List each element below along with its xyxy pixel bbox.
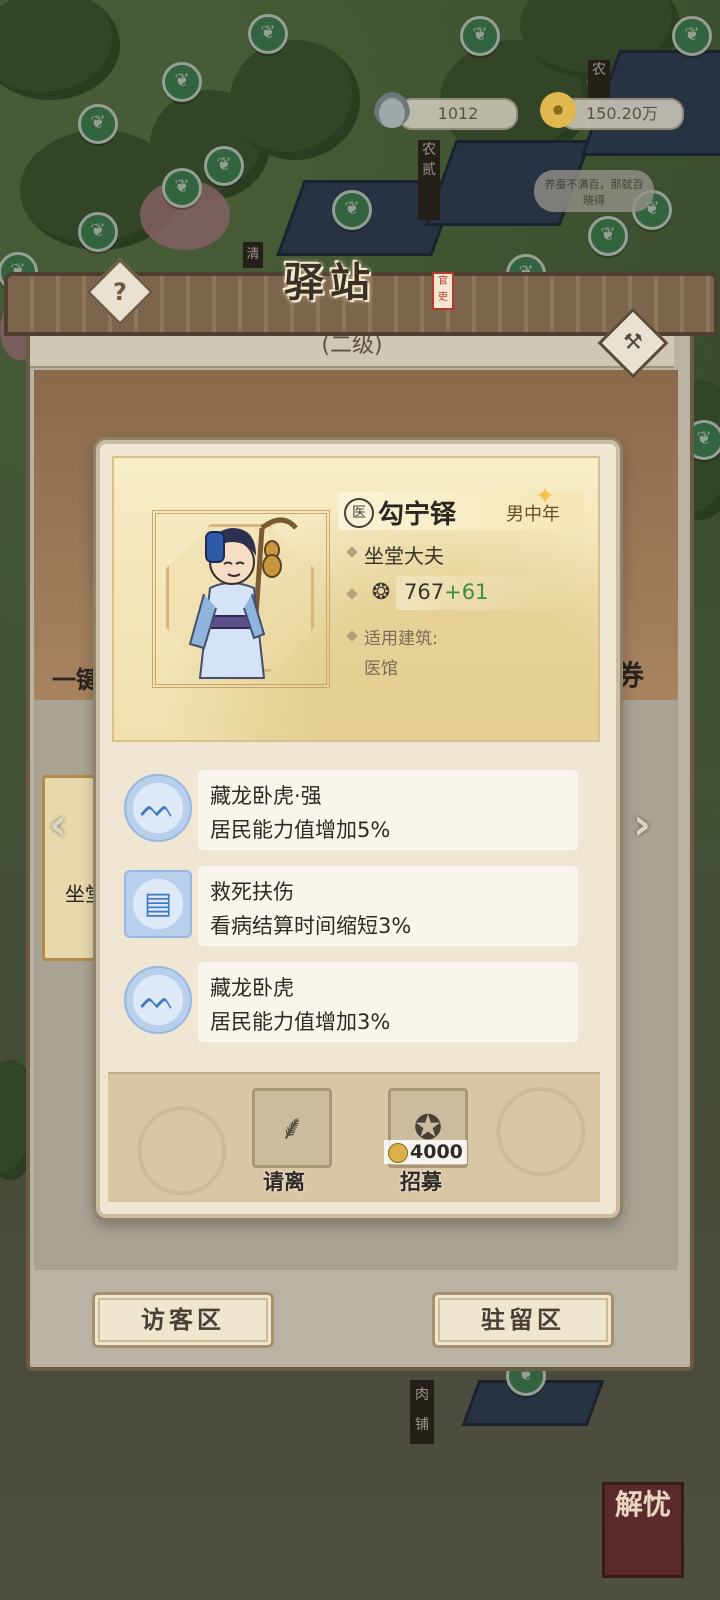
skill-row: ▤ 救死扶伤 看病结算时间缩短3% bbox=[120, 866, 580, 946]
coin-resource-bar: 150.20万 bbox=[560, 98, 684, 130]
skill-card: 藏龙卧虎 居民能力值增加3% bbox=[198, 962, 578, 1042]
visitor-area-tab[interactable]: 访客区 bbox=[92, 1292, 274, 1348]
skill-row: ᨓ 藏龙卧虎·强 居民能力值增加5% bbox=[120, 770, 580, 850]
solve-worry-button[interactable]: 解忧 bbox=[602, 1482, 684, 1578]
pot-resource-value: 1012 bbox=[437, 104, 479, 123]
ability-value: 767+61 bbox=[404, 580, 488, 604]
action-area bbox=[108, 1072, 600, 1202]
sparkle-icon: ✦ bbox=[535, 482, 556, 510]
dismiss-button[interactable]: ⸙ bbox=[252, 1088, 332, 1168]
skill-description: 居民能力值增加5% bbox=[210, 818, 391, 842]
doctor-profession-icon: 医 bbox=[344, 498, 374, 528]
skill-card: 救死扶伤 看病结算时间缩短3% bbox=[198, 866, 578, 946]
ability-bonus-value: +61 bbox=[444, 580, 489, 604]
skill-card: 藏龙卧虎·强 居民能力值增加5% bbox=[198, 770, 578, 850]
skill-name: 藏龙卧虎 bbox=[210, 976, 294, 1000]
recruit-cost-value: 4000 bbox=[410, 1141, 463, 1163]
ability-icon: ❂ bbox=[371, 580, 391, 605]
skill-name: 藏龙卧虎·强 bbox=[210, 784, 322, 808]
tiger-icon: ᨓ bbox=[124, 774, 192, 842]
character-title: 坐堂大夫 bbox=[364, 544, 444, 568]
coin-icon bbox=[388, 1143, 408, 1163]
skill-description: 看病结算时间缩短3% bbox=[210, 914, 412, 938]
skill-description: 居民能力值增加3% bbox=[210, 1010, 391, 1034]
coin-resource-value: 150.20万 bbox=[586, 104, 658, 123]
recruit-label[interactable]: 招募 bbox=[400, 1166, 442, 1196]
cooking-pot-icon bbox=[374, 92, 410, 128]
recruit-cost: 4000 bbox=[384, 1140, 467, 1164]
help-icon: ? bbox=[113, 278, 127, 306]
applicable-building-value: 医馆 bbox=[364, 659, 398, 679]
broom-icon: ⸙ bbox=[279, 1108, 305, 1148]
dismiss-label[interactable]: 请离 bbox=[263, 1166, 305, 1196]
skill-row: ᨓ 藏龙卧虎 居民能力值增加3% bbox=[120, 962, 580, 1042]
resident-area-tab[interactable]: 驻留区 bbox=[432, 1292, 614, 1348]
official-seal: 官吏 bbox=[432, 272, 454, 310]
voucher-button-label[interactable]: 券 bbox=[616, 654, 644, 694]
one-click-button-label[interactable]: 一键 bbox=[52, 660, 100, 695]
pot-resource-bar: 1012 bbox=[398, 98, 518, 130]
doctor-portrait bbox=[188, 517, 298, 679]
copper-coin-icon bbox=[540, 92, 576, 128]
hammer-icon: ⚒ bbox=[623, 330, 643, 355]
skill-name: 救死扶伤 bbox=[210, 880, 294, 904]
tiger-icon: ᨓ bbox=[124, 966, 192, 1034]
character-name: 勾宁铎 bbox=[378, 500, 457, 530]
previous-arrow-icon[interactable]: ‹ bbox=[38, 800, 78, 850]
applicable-building-label: 适用建筑: bbox=[364, 629, 438, 649]
next-arrow-icon[interactable]: › bbox=[622, 800, 662, 850]
medicine-box-icon: ▤ bbox=[124, 870, 192, 938]
ability-base-value: 767 bbox=[404, 580, 445, 604]
